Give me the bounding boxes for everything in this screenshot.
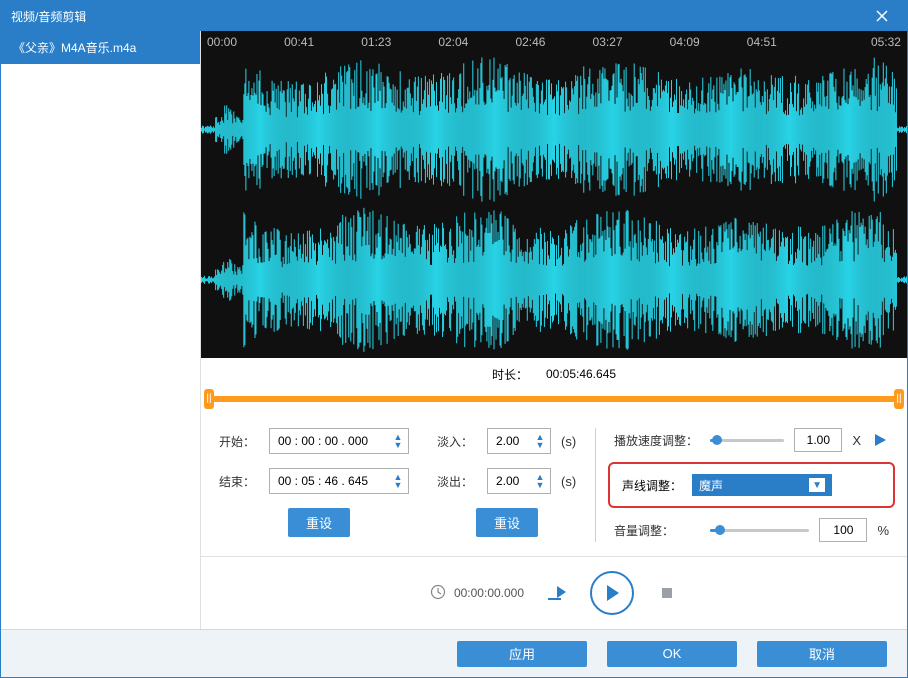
start-field: 开始： 00 : 00 : 00 . 000 ▲▼ [219,428,419,454]
fadein-unit: (s) [561,434,576,449]
volume-value[interactable]: 100 [819,518,867,542]
volume-field: 音量调整： 100 % [614,518,889,542]
cancel-button[interactable]: 取消 [757,641,887,667]
volume-slider[interactable] [710,523,809,537]
sidebar: 《父亲》M4A音乐.m4a [1,31,201,629]
spin-down-icon[interactable]: ▼ [392,441,404,449]
footer: 应用 OK 取消 [1,629,907,677]
tick: 00:41 [284,35,361,49]
speed-unit: X [852,433,861,448]
voice-selected: 魔声 [699,477,723,494]
tick: 02:46 [515,35,592,49]
close-button[interactable] [867,1,897,31]
play-button[interactable] [590,571,634,615]
voice-field-highlight: 声线调整： 魔声 ▼ [608,462,895,508]
spin-down-icon[interactable]: ▼ [534,481,546,489]
fadeout-field: 淡出： 2.00 ▲▼ (s) [437,468,577,494]
start-label: 开始： [219,433,259,450]
ok-button[interactable]: OK [607,641,737,667]
spin-down-icon[interactable]: ▼ [392,481,404,489]
waveform-display[interactable] [201,52,907,357]
tick: 04:09 [670,35,747,49]
window-title: 视频/音频剪辑 [11,8,86,25]
col-adjust: 播放速度调整： 1.00 X [595,428,889,542]
trim-handle-start[interactable]: || [204,389,214,409]
speed-field: 播放速度调整： 1.00 X [614,428,889,452]
tick: 05:32 [824,35,901,49]
volume-label: 音量调整： [614,522,700,539]
slider-thumb[interactable] [715,525,725,535]
controls: 开始： 00 : 00 : 00 . 000 ▲▼ 结束： 00 : 05 : … [201,422,907,556]
fadein-value: 2.00 [496,434,519,448]
fadein-field: 淡入： 2.00 ▲▼ (s) [437,428,577,454]
body: 《父亲》M4A音乐.m4a 00:00 00:41 01:23 02:04 02… [1,31,907,629]
tick: 02:04 [438,35,515,49]
reset-trim-button[interactable]: 重设 [288,508,350,537]
sidebar-item-label: 《父亲》M4A音乐.m4a [13,41,136,55]
tick: 03:27 [593,35,670,49]
apply-button[interactable]: 应用 [457,641,587,667]
playhead-time: 00:00:00.000 [430,584,524,603]
spin-down-icon[interactable]: ▼ [534,441,546,449]
titlebar[interactable]: 视频/音频剪辑 [1,1,907,31]
fadein-input[interactable]: 2.00 ▲▼ [487,428,551,454]
speed-label: 播放速度调整： [614,432,700,449]
end-label: 结束： [219,473,259,490]
duration-value: 00:05:46.645 [546,367,616,381]
voice-label: 声线调整： [622,477,682,494]
fadeout-label: 淡出： [437,473,477,490]
sidebar-item-file[interactable]: 《父亲》M4A音乐.m4a [1,31,200,64]
end-input[interactable]: 00 : 05 : 46 . 645 ▲▼ [269,468,409,494]
playhead-value: 00:00:00.000 [454,586,524,600]
duration-label: 时长： [492,366,528,383]
main: 00:00 00:41 01:23 02:04 02:46 03:27 04:0… [201,31,907,629]
tick: 00:00 [207,35,284,49]
end-value: 00 : 05 : 46 . 645 [278,474,368,488]
start-input[interactable]: 00 : 00 : 00 . 000 ▲▼ [269,428,409,454]
stop-button[interactable] [656,582,678,604]
chevron-down-icon: ▼ [809,478,825,492]
start-value: 00 : 00 : 00 . 000 [278,434,368,448]
playback-bar: 00:00:00.000 [201,556,907,629]
editor-window: 视频/音频剪辑 《父亲》M4A音乐.m4a 00:00 00:41 01:23 … [0,0,908,678]
export-button[interactable] [546,582,568,604]
col-trim: 开始： 00 : 00 : 00 . 000 ▲▼ 结束： 00 : 05 : … [219,428,419,542]
clock-icon [430,584,446,603]
slider-thumb[interactable] [712,435,722,445]
trim-bar[interactable]: || || [207,387,901,410]
reset-fade-button[interactable]: 重设 [476,508,538,537]
tick: 04:51 [747,35,824,49]
volume-unit: % [877,523,889,538]
speed-slider[interactable] [710,433,784,447]
trim-handle-end[interactable]: || [894,389,904,409]
timeline-ruler[interactable]: 00:00 00:41 01:23 02:04 02:46 03:27 04:0… [201,31,907,52]
speed-value[interactable]: 1.00 [794,428,842,452]
trim-track [207,396,901,402]
fadeout-unit: (s) [561,474,576,489]
voice-dropdown[interactable]: 魔声 ▼ [692,474,832,496]
tick: 01:23 [361,35,438,49]
fadeout-input[interactable]: 2.00 ▲▼ [487,468,551,494]
col-fade: 淡入： 2.00 ▲▼ (s) 淡出： 2.00 ▲▼ (s) [437,428,577,542]
fadeout-value: 2.00 [496,474,519,488]
duration-row: 时长： 00:05:46.645 [201,358,907,387]
end-field: 结束： 00 : 05 : 46 . 645 ▲▼ [219,468,419,494]
fadein-label: 淡入： [437,433,477,450]
preview-speed-button[interactable] [871,431,889,449]
